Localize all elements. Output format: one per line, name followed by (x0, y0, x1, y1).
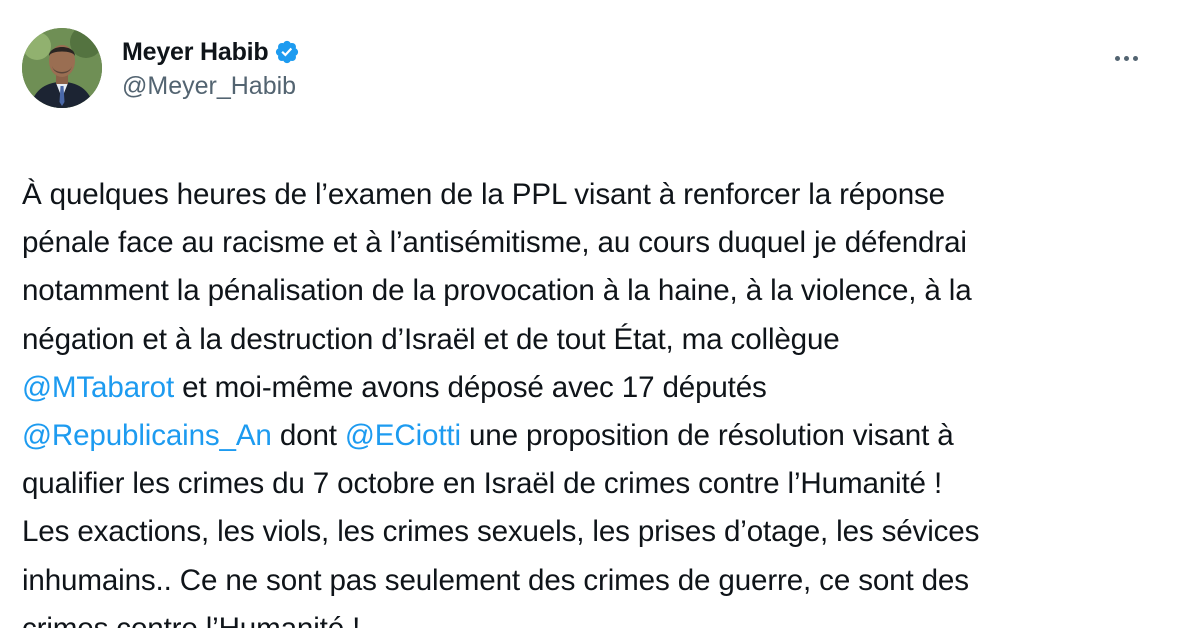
tweet-text-segment: Les exactions, les viols, les crimes sex… (22, 515, 980, 549)
tweet-text-segment: négation et à la destruction d’Israël et… (22, 322, 840, 356)
more-horizontal-icon[interactable] (1106, 44, 1146, 72)
author-names: Meyer Habib @Meyer_Habib (122, 34, 300, 101)
tweet-text-segment: À quelques heures de l’examen de la PPL … (22, 178, 945, 211)
tweet-text-segment: dont (271, 418, 345, 452)
verified-badge-icon[interactable] (274, 39, 300, 65)
mention-link[interactable]: @ECiotti (345, 419, 461, 452)
tweet-text: À quelques heures de l’examen de la PPL … (22, 171, 1172, 628)
handle[interactable]: @Meyer_Habib (122, 72, 300, 101)
tweet-text-segment: crimes contre l’Humanité ! (22, 612, 360, 628)
dot (1114, 55, 1120, 61)
avatar-image (22, 28, 102, 108)
dot (1132, 55, 1138, 61)
avatar[interactable] (22, 28, 102, 108)
tweet-card: Meyer Habib @Meyer_Habib À quelques heur… (0, 0, 1182, 628)
display-name[interactable]: Meyer Habib (122, 38, 269, 67)
tweet-line: qualifier les crimes du 7 octobre en Isr… (22, 460, 1172, 508)
mention-link[interactable]: @MTabarot (22, 371, 174, 404)
tweet-line: notamment la pénalisation de la provocat… (22, 267, 1172, 315)
tweet-text-segment: notamment la pénalisation de la provocat… (22, 274, 972, 308)
tweet-line: Les exactions, les viols, les crimes sex… (22, 508, 1172, 556)
tweet-text-segment: pénale face au racisme et à l’antisémiti… (22, 226, 967, 260)
mention-link[interactable]: @Republicains_An (22, 419, 272, 452)
tweet-text-segment: une proposition de résolution visant à (460, 418, 954, 452)
tweet-line: À quelques heures de l’examen de la PPL … (22, 171, 1172, 219)
tweet-line: @MTabarot et moi-même avons déposé avec … (22, 364, 1172, 412)
tweet-line: crimes contre l’Humanité ! (22, 605, 1172, 628)
tweet-header: Meyer Habib @Meyer_Habib (22, 28, 1160, 112)
tweet-text-segment: inhumains.. Ce ne sont pas seulement des… (22, 563, 969, 597)
tweet-line: inhumains.. Ce ne sont pas seulement des… (22, 557, 1172, 605)
tweet-line: pénale face au racisme et à l’antisémiti… (22, 219, 1172, 267)
tweet-line: @Republicains_An dont @ECiotti une propo… (22, 412, 1172, 460)
tweet-text-segment: qualifier les crimes du 7 octobre en Isr… (22, 467, 943, 501)
tweet-text-segment: et moi-même avons déposé avec 17 députés (174, 370, 767, 404)
name-row: Meyer Habib (122, 34, 300, 70)
dot (1123, 55, 1129, 61)
tweet-line: négation et à la destruction d’Israël et… (22, 316, 1172, 364)
